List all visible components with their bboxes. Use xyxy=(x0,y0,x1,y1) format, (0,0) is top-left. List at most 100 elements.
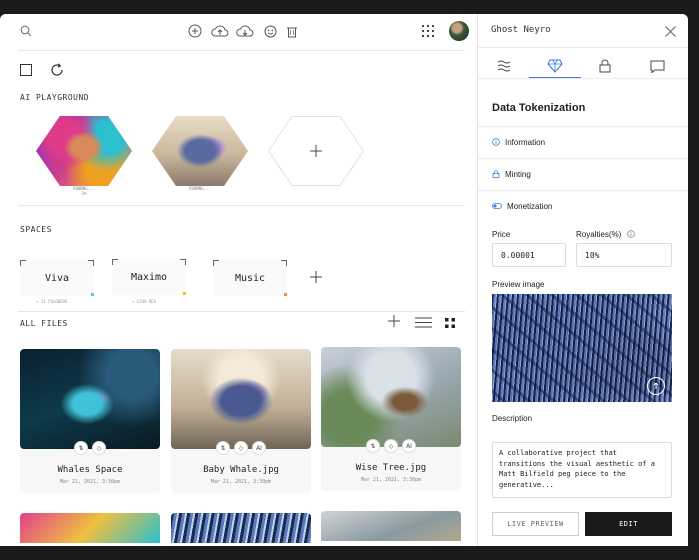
file-card[interactable]: ⇅ ◇ Whales Space Mar 21, 2021, 3:30pm xyxy=(20,349,160,493)
ai-badge[interactable]: AI xyxy=(252,441,266,455)
file-thumb-image xyxy=(171,349,311,449)
transfer-icon[interactable]: ⇅ xyxy=(74,441,88,455)
royalties-input[interactable]: 10% xyxy=(576,243,672,267)
transfer-icon[interactable]: ⇅ xyxy=(366,439,380,453)
file-name: Baby Whale.jpg xyxy=(203,465,279,475)
divider xyxy=(478,78,688,79)
add-space-icon[interactable] xyxy=(310,270,322,288)
royalties-label: Royalties(%) xyxy=(576,230,635,240)
divider xyxy=(478,47,688,48)
royalties-label-text: Royalties(%) xyxy=(576,230,622,239)
preview-image xyxy=(492,294,672,402)
description-label: Description xyxy=(492,414,533,423)
trash-icon[interactable] xyxy=(284,23,300,39)
file-date: Mar 21, 2021, 3:30pm xyxy=(59,479,121,485)
tab-comments[interactable] xyxy=(633,54,681,78)
price-input[interactable]: 0.00001 xyxy=(492,243,566,267)
file-badges: ⇅ ◇ AI xyxy=(321,439,461,453)
search-icon[interactable] xyxy=(18,23,34,39)
corner-mark xyxy=(20,260,26,266)
space-accent-dot xyxy=(91,293,94,296)
divider xyxy=(18,205,465,206)
section-title-all-files: ALL FILES xyxy=(20,319,68,328)
divider xyxy=(18,311,465,312)
info-icon[interactable] xyxy=(626,230,635,240)
section-title-ai-playground: AI PLAYGROUND xyxy=(20,93,90,102)
price-label: Price xyxy=(492,230,511,239)
file-name: Whales Space xyxy=(57,465,123,475)
section-label: Information xyxy=(505,138,546,147)
file-badges: ⇅ ◇ AI xyxy=(171,441,311,455)
add-circle-icon[interactable] xyxy=(187,23,203,39)
cloud-upload-icon[interactable] xyxy=(210,23,230,39)
transfer-icon[interactable]: ⇅ xyxy=(216,441,230,455)
space-subtitle: + 31 FOLOWERS xyxy=(36,299,68,304)
diamond-icon[interactable]: ◇ xyxy=(234,441,248,455)
file-thumb-image[interactable] xyxy=(171,513,311,543)
section-minting[interactable]: Minting xyxy=(478,158,688,190)
description-textarea[interactable]: A collaborative project that transitions… xyxy=(492,442,672,498)
diamond-icon[interactable]: ◇ xyxy=(92,441,106,455)
minting-icon xyxy=(492,169,500,180)
preview-texture xyxy=(492,294,672,402)
space-card-music[interactable]: Music xyxy=(213,260,287,296)
file-thumb-image[interactable] xyxy=(321,511,461,541)
ai-badge[interactable]: AI xyxy=(402,439,416,453)
section-monetization[interactable]: Monetization xyxy=(478,190,688,222)
select-all-checkbox[interactable] xyxy=(20,64,32,76)
section-title-spaces: SPACES xyxy=(20,225,52,234)
space-card-viva[interactable]: Viva xyxy=(20,260,94,296)
live-preview-button[interactable]: LIVE PREVIEW xyxy=(492,512,579,536)
space-name: Viva xyxy=(44,272,70,284)
corner-mark xyxy=(180,259,186,265)
space-subtitle: + £349 REV xyxy=(132,299,157,304)
panel-title: Data Tokenization xyxy=(492,102,586,114)
avatar[interactable] xyxy=(449,21,469,41)
upload-icon[interactable] xyxy=(647,377,665,395)
tab-lock[interactable] xyxy=(581,54,629,78)
playground-item[interactable] xyxy=(152,116,248,186)
preview-label: Preview image xyxy=(492,280,545,289)
corner-mark xyxy=(213,260,219,266)
close-icon[interactable] xyxy=(665,24,676,42)
divider xyxy=(18,50,465,51)
list-view-icon[interactable] xyxy=(415,315,432,333)
section-information[interactable]: Information xyxy=(478,126,688,158)
file-date: Mar 21, 2021, 3:30pm xyxy=(210,479,272,485)
grid-view-icon[interactable] xyxy=(445,315,455,333)
main-content: AI PLAYGROUND RUNNNG... 3% RUNNNG... SPA… xyxy=(0,14,477,546)
playground-progress: 3% xyxy=(81,191,87,196)
corner-mark xyxy=(88,260,94,266)
file-badges: ⇅ ◇ xyxy=(20,441,160,455)
file-date: Mar 21, 2021, 3:30pm xyxy=(360,477,422,483)
info-icon xyxy=(492,137,500,148)
playground-item[interactable] xyxy=(36,116,132,186)
diamond-icon[interactable]: ◇ xyxy=(384,439,398,453)
corner-mark xyxy=(281,260,287,266)
section-label: Minting xyxy=(505,170,531,179)
playground-caption: RUNNNG... xyxy=(189,186,211,191)
grid-menu-icon[interactable] xyxy=(420,23,436,39)
space-name: Music xyxy=(234,272,266,284)
cloud-download-icon[interactable] xyxy=(235,23,255,39)
panel-user-name: Ghost Neyro xyxy=(491,25,551,35)
edit-button[interactable]: EDIT xyxy=(585,512,672,536)
playground-thumb-image xyxy=(152,116,248,186)
add-file-icon[interactable] xyxy=(388,314,400,332)
refresh-icon[interactable] xyxy=(50,63,64,82)
file-thumb-image[interactable] xyxy=(20,513,160,543)
details-panel: Ghost Neyro Data Tokenization Informatio… xyxy=(477,14,688,546)
file-card[interactable]: ⇅ ◇ AI Baby Whale.jpg Mar 21, 2021, 3:30… xyxy=(171,349,311,493)
toggle-icon xyxy=(492,202,502,211)
add-playground-item[interactable] xyxy=(267,116,365,186)
space-card-maximo[interactable]: Maximo xyxy=(112,259,186,295)
emoji-icon[interactable] xyxy=(262,23,278,39)
tab-layers[interactable] xyxy=(480,54,528,78)
playground-thumb-image xyxy=(36,116,132,186)
file-name: Wise Tree.jpg xyxy=(355,463,427,473)
section-label: Monetization xyxy=(507,202,553,211)
file-thumb-image xyxy=(321,347,461,447)
file-thumb-image xyxy=(20,349,160,449)
file-card[interactable]: ⇅ ◇ AI Wise Tree.jpg Mar 21, 2021, 3:30p… xyxy=(321,347,461,491)
tab-tokenization[interactable] xyxy=(529,54,581,78)
